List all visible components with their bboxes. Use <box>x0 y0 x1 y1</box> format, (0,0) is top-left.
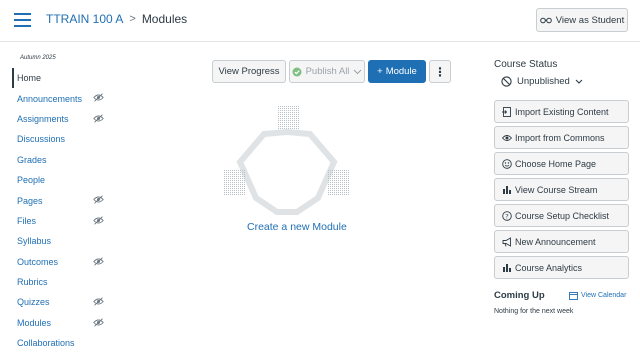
megaphone-icon <box>502 236 511 247</box>
stream-chart-icon <box>503 185 511 194</box>
page-header: TTRAIN 100 A > Modules View as Student <box>0 0 640 42</box>
nav-item-label: Announcements <box>17 93 83 104</box>
course-status-title: Course Status <box>494 59 558 70</box>
eye-slash-icon <box>93 93 104 103</box>
checklist-icon: ? <box>502 210 512 221</box>
nav-item-label: Discussions <box>17 134 66 145</box>
view-calendar-link[interactable]: View Calendar <box>569 291 626 300</box>
plus-icon: + <box>377 66 383 77</box>
breadcrumb-separator: > <box>129 13 136 25</box>
publish-all-label: Publish All <box>305 66 350 77</box>
action-label: View Course Stream <box>515 184 598 195</box>
add-module-button[interactable]: + Module <box>368 60 426 83</box>
nav-item-label: Pages <box>17 195 43 206</box>
modules-toolbar: View Progress Publish All + Module ⋮ <box>212 60 451 83</box>
eye-slash-icon <box>93 195 104 204</box>
more-options-button[interactable]: ⋮ <box>429 60 451 83</box>
nav-item-label: Files <box>17 215 37 226</box>
breadcrumb-course-link[interactable]: TTRAIN 100 A <box>46 12 123 26</box>
new-announcement-button[interactable]: New Announcement <box>494 230 629 253</box>
nav-item-label: Outcomes <box>17 256 59 267</box>
nav-item-syllabus[interactable]: Syllabus <box>12 231 112 251</box>
view-progress-button[interactable]: View Progress <box>212 60 286 83</box>
nav-item-label: Assignments <box>17 113 69 124</box>
import-icon <box>502 106 511 117</box>
view-course-stream-button[interactable]: View Course Stream <box>494 178 629 201</box>
eye-slash-icon <box>93 256 104 266</box>
chevron-down-icon <box>575 79 583 84</box>
analytics-chart-icon <box>503 263 511 272</box>
nav-item-modules[interactable]: Modules <box>12 313 112 333</box>
view-as-student-label: View as Student <box>555 14 625 26</box>
nav-item-label: Collaborations <box>17 338 75 349</box>
view-as-student-button[interactable]: View as Student <box>536 8 628 32</box>
import-from-commons-button[interactable]: Import from Commons <box>494 126 629 149</box>
coming-up-title: Coming Up <box>494 290 545 301</box>
nav-item-label: Home <box>17 73 42 84</box>
create-new-module-link[interactable]: Create a new Module <box>247 221 347 233</box>
chevron-down-icon <box>354 69 362 74</box>
term-label: Autumn 2025 <box>20 55 56 61</box>
view-calendar-label: View Calendar <box>581 292 627 299</box>
unpublished-icon <box>501 76 512 87</box>
nav-item-label: Rubrics <box>17 277 48 288</box>
course-status-value: Unpublished <box>517 76 570 87</box>
nav-item-rubrics[interactable]: Rubrics <box>12 272 112 292</box>
nav-item-grades[interactable]: Grades <box>12 150 112 170</box>
svg-text:?: ? <box>505 212 508 220</box>
nav-item-outcomes[interactable]: Outcomes <box>12 252 112 272</box>
breadcrumb: TTRAIN 100 A > Modules <box>46 12 187 26</box>
nav-item-label: Modules <box>17 317 52 328</box>
eye-slash-icon <box>93 216 104 225</box>
nav-item-quizzes[interactable]: Quizzes <box>12 292 112 312</box>
action-label: Course Setup Checklist <box>515 210 610 221</box>
course-setup-checklist-button[interactable]: ? Course Setup Checklist <box>494 204 629 227</box>
nav-item-pages[interactable]: Pages <box>12 190 112 210</box>
commons-icon <box>502 134 512 141</box>
nav-item-label: Grades <box>17 154 47 165</box>
check-circle-icon <box>292 67 302 76</box>
eye-slash-icon <box>93 318 104 327</box>
breadcrumb-current-page: Modules <box>141 12 188 26</box>
nav-item-files[interactable]: Files <box>12 211 112 231</box>
nav-item-label: People <box>17 175 46 186</box>
action-label: Import from Commons <box>515 132 605 143</box>
action-label: Course Analytics <box>515 262 583 273</box>
eye-slash-icon <box>93 114 104 123</box>
hamburger-menu-icon[interactable] <box>14 13 31 27</box>
course-navigation: Home Announcements Assignments Discussions G… <box>12 68 112 353</box>
nav-item-people[interactable]: People <box>12 170 112 190</box>
course-analytics-button[interactable]: Course Analytics <box>494 256 629 279</box>
nav-item-label: Syllabus <box>17 236 52 247</box>
publish-all-button[interactable]: Publish All <box>289 60 365 83</box>
course-status-dropdown[interactable]: Unpublished <box>501 76 583 87</box>
coming-up-empty-text: Nothing for the next week <box>494 308 574 315</box>
import-existing-content-button[interactable]: Import Existing Content <box>494 100 629 123</box>
nav-item-assignments[interactable]: Assignments <box>12 109 112 129</box>
calendar-icon <box>569 292 578 300</box>
action-label: Import Existing Content <box>515 106 609 117</box>
add-module-label: Module <box>385 66 417 77</box>
nav-item-label: Quizzes <box>17 297 50 308</box>
action-label: Choose Home Page <box>515 158 597 169</box>
nav-item-discussions[interactable]: Discussions <box>12 129 112 149</box>
course-actions: Import Existing Content Import from Commo… <box>494 100 629 282</box>
nav-item-collaborations[interactable]: Collaborations <box>12 333 112 353</box>
home-page-icon <box>502 158 512 169</box>
glasses-icon <box>539 17 552 24</box>
action-label: New Announcement <box>515 236 596 247</box>
modules-empty-illustration <box>224 106 350 215</box>
nav-item-announcements[interactable]: Announcements <box>12 88 112 108</box>
choose-home-page-button[interactable]: Choose Home Page <box>494 152 629 175</box>
nav-item-home[interactable]: Home <box>12 68 112 89</box>
eye-slash-icon <box>93 297 104 306</box>
